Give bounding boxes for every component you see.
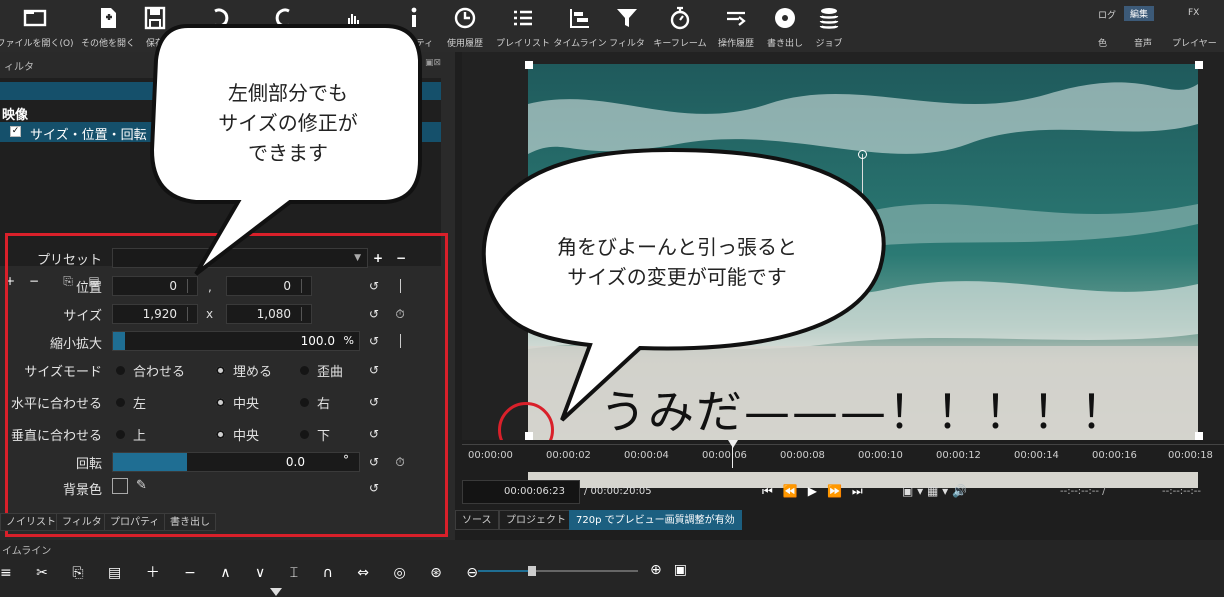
callout-left-line-3: できます [248,141,328,165]
callout-left-text: 左側部分でも サイズの修正が できます [168,78,408,168]
callout-left-line-1: 左側部分でも [228,81,348,105]
callout-left-line-2: サイズの修正が [218,111,358,135]
callout-right-line-2: サイズの変更が可能です [567,265,787,289]
callout-right-line-1: 角をびよーんと引っ張ると [557,235,797,259]
callout-right-text: 角をびよーんと引っ張ると サイズの変更が可能です [506,232,848,292]
